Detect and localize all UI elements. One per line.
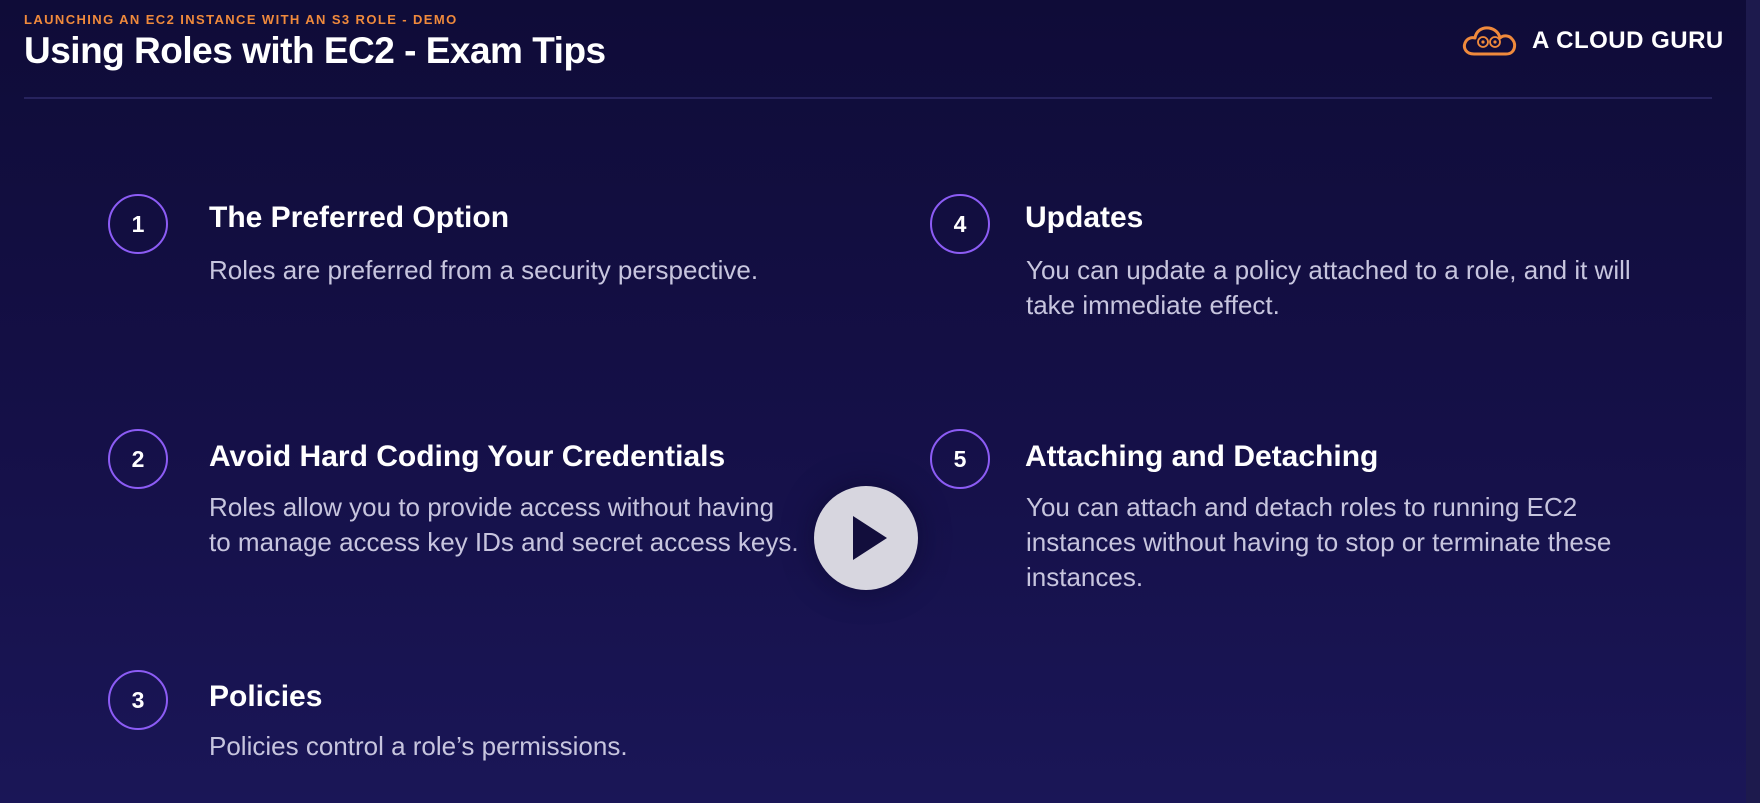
- tip-body: Policies control a role’s permissions.: [209, 731, 628, 761]
- tip-number-badge: 4: [930, 194, 990, 254]
- slide-title: Using Roles with EC2 - Exam Tips: [24, 30, 606, 71]
- tip-body: Roles allow you to provide access withou…: [209, 492, 799, 557]
- header-divider: [24, 97, 1712, 99]
- tip-heading: The Preferred Option: [209, 201, 510, 234]
- tip-body: Roles are preferred from a security pers…: [209, 255, 759, 285]
- tip-heading: Updates: [1025, 201, 1144, 234]
- tip-heading: Attaching and Detaching: [1025, 440, 1379, 473]
- slide: LAUNCHING AN EC2 INSTANCE WITH AN S3 ROL…: [0, 0, 1760, 803]
- play-icon: [853, 516, 887, 560]
- play-button[interactable]: [814, 486, 918, 590]
- section-eyebrow: LAUNCHING AN EC2 INSTANCE WITH AN S3 ROL…: [24, 12, 458, 27]
- cloud-logo-icon: [1462, 26, 1517, 56]
- brand-name: A CLOUD GURU: [1532, 27, 1724, 54]
- tip-body: You can update a policy attached to a ro…: [1026, 255, 1631, 320]
- tip-heading: Avoid Hard Coding Your Credentials: [209, 440, 726, 473]
- tip-body: You can attach and detach roles to runni…: [1026, 492, 1612, 592]
- brand-logo: A CLOUD GURU: [1460, 22, 1724, 60]
- tip-number-badge: 2: [108, 429, 168, 489]
- tip-number-badge: 3: [108, 670, 168, 730]
- tip-number-badge: 1: [108, 194, 168, 254]
- tip-heading: Policies: [209, 680, 323, 713]
- tip-number-badge: 5: [930, 429, 990, 489]
